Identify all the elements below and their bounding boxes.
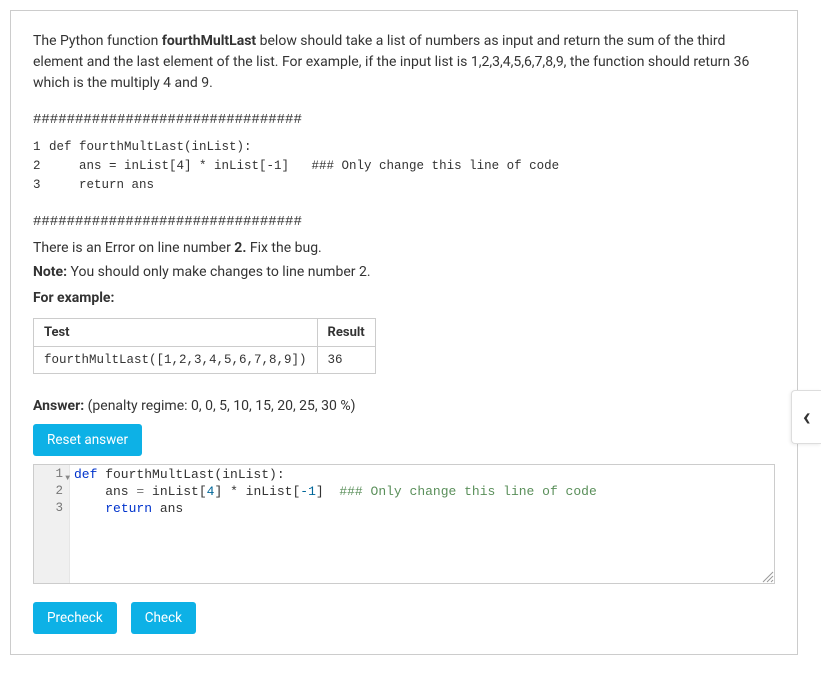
kw-return: return [105,501,152,516]
ref-line-3: return ans [49,178,154,192]
answer-label-row: Answer: (penalty regime: 0, 0, 5, 10, 15… [33,398,775,414]
answer-label: Answer: [33,398,84,414]
line1-rest: fourthMultLast(inList): [97,467,284,482]
action-buttons: Precheck Check [33,602,775,634]
precheck-button[interactable]: Precheck [33,602,117,634]
note-line: Note: You should only make changes to li… [33,264,775,280]
desc-funcname: fourthMultLast [162,33,256,49]
line2-b: inList[ [144,484,206,499]
code-editor[interactable]: 1▼ 2 3 def fourthMultLast(inList): ans =… [33,464,775,584]
line2-d: ] [316,484,339,499]
table-header-test: Test [34,319,318,347]
line2-c: ] * inList[ [214,484,300,499]
table-header-result: Result [317,319,375,347]
editor-content[interactable]: def fourthMultLast(inList): ans = inList… [70,465,774,583]
table-result-cell: 36 [317,347,375,374]
ref-line-2: ans = inList[4] * inList[-1] ### Only ch… [49,159,559,173]
note-label: Note: [33,264,67,280]
question-container: The Python function fourthMultLast below… [10,10,798,655]
chevron-left-icon: ‹ [802,404,810,430]
err-prefix: There is an Error on line number [33,240,234,256]
line3-indent [74,501,105,516]
num-neg1: -1 [300,484,316,499]
resize-handle[interactable] [760,569,774,583]
line3-rest: ans [152,501,183,516]
ref-line-1: def fourthMultLast(inList): [49,140,252,154]
line2-a: ans [74,484,136,499]
reset-answer-button[interactable]: Reset answer [33,424,142,456]
penalty-regime: (penalty regime: 0, 0, 5, 10, 15, 20, 25… [84,398,355,414]
err-line-num: 2. [234,240,246,256]
err-suffix: Fix the bug. [246,240,321,256]
question-description: The Python function fourthMultLast below… [33,31,775,94]
note-text: You should only make changes to line num… [67,264,370,280]
check-button[interactable]: Check [131,602,196,634]
divider-bottom: ################################ [33,214,775,230]
error-instruction: There is an Error on line number 2. Fix … [33,240,775,256]
table-row: fourthMultLast([1,2,3,4,5,6,7,8,9]) 36 [34,347,376,374]
desc-prefix: The Python function [33,33,162,49]
example-table: Test Result fourthMultLast([1,2,3,4,5,6,… [33,318,376,374]
drawer-toggle[interactable]: ‹ [791,390,821,444]
divider-top: ################################ [33,112,775,128]
comment: ### Only change this line of code [339,484,596,499]
table-test-cell: fourthMultLast([1,2,3,4,5,6,7,8,9]) [34,347,318,374]
editor-gutter: 1▼ 2 3 [34,465,70,583]
for-example-label: For example: [33,290,775,306]
reference-code: 1def fourthMultLast(inList): 2 ans = inL… [33,138,775,194]
kw-def: def [74,467,97,482]
